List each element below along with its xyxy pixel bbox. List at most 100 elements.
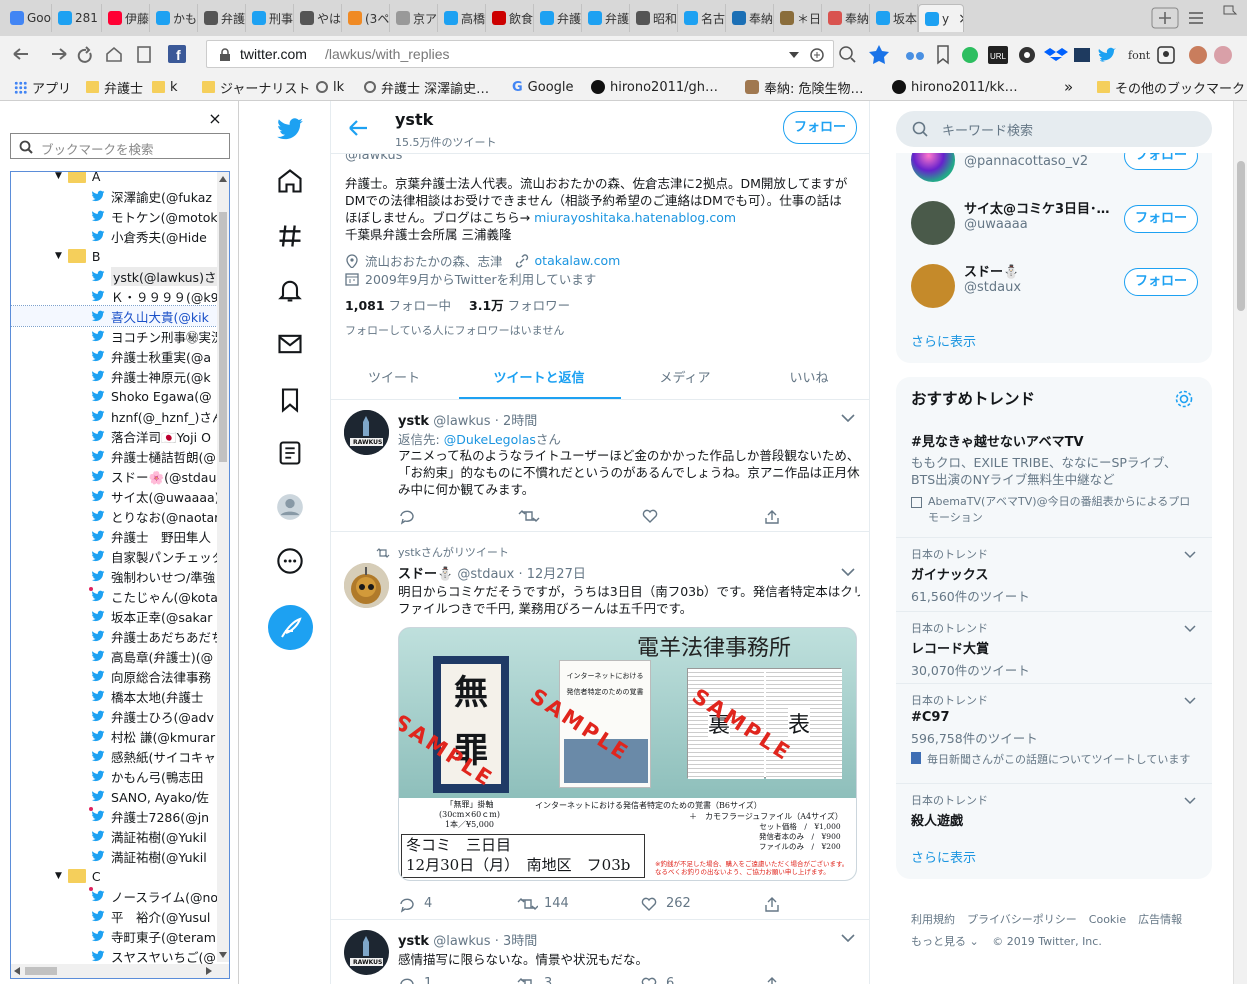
address-bar[interactable]: twitter.com /lawkus/with_replies: [206, 40, 834, 68]
like-icon[interactable]: [640, 975, 658, 984]
tree-horizontal-scrollbar[interactable]: [11, 964, 229, 978]
bookmark-tree-item[interactable]: 弁護士 野田隼人: [11, 526, 217, 546]
header-follow-button[interactable]: フォロー: [783, 111, 857, 144]
browser-tab[interactable]: 奉納: [726, 4, 774, 32]
retweet-icon[interactable]: [516, 895, 538, 913]
bookmark-tree-item[interactable]: サイ太(@uwaaaa): [11, 486, 217, 506]
chevron-down-icon[interactable]: [1184, 548, 1196, 559]
retweet-icon[interactable]: [516, 975, 538, 984]
notifications-bell-icon[interactable]: [276, 276, 304, 304]
tweet-media-image[interactable]: 電羊法律事務所 無罪 インターネットにおける 発信者特定のための覚書 裏 表 S…: [398, 627, 857, 881]
trend-item[interactable]: 日本のトレンド レコード大賞 30,070件のツイート: [896, 611, 1212, 679]
profile-icon[interactable]: [276, 493, 304, 521]
browser-tab[interactable]: 坂本: [870, 4, 918, 32]
retweeted-by[interactable]: ystkさんがリツイート: [398, 544, 509, 560]
bookmark-tree-item[interactable]: 小倉秀夫(@Hide: [11, 226, 217, 246]
share-icon[interactable]: [763, 895, 781, 913]
bookmark-tree-item[interactable]: 弁護士樋詰哲朗(@: [11, 446, 217, 466]
chevron-down-icon[interactable]: [841, 414, 855, 422]
chevron-down-icon[interactable]: [841, 934, 855, 942]
tweet-author-handle[interactable]: @lawkus: [433, 934, 490, 949]
bookmark-tree-item[interactable]: 満証祐樹(@Yukil: [11, 826, 217, 846]
tab-list-menu-button[interactable]: [1186, 8, 1206, 28]
messages-envelope-icon[interactable]: [276, 330, 304, 358]
trend-item[interactable]: #見なきゃ越せないアベマTV ももクロ、EXILE TRIBE、ななにーSPライブ…: [896, 425, 1212, 526]
followers-label[interactable]: フォロワー: [508, 298, 571, 313]
browser-tab[interactable]: 高橋: [438, 4, 486, 32]
tweet[interactable]: RAWKUS ystk @lawkus · 2時間 返信先: @DukeLego…: [331, 401, 869, 532]
tree-hscroll-thumb[interactable]: [25, 967, 57, 975]
browser-tab[interactable]: ＊日: [774, 4, 822, 32]
lists-icon[interactable]: [276, 439, 304, 467]
browser-tab[interactable]: 刑事: [246, 4, 294, 32]
browser-tab[interactable]: かも: [150, 4, 198, 32]
page-scrollbar-thumb[interactable]: [1237, 161, 1245, 311]
tweet[interactable]: ystkさんがリツイート スドー⛄ @stdaux · 12月27日 明日からコ…: [331, 533, 869, 920]
bookmark-item[interactable]: k: [152, 77, 178, 97]
bookmark-item[interactable]: 奉納: 危険生物…: [745, 77, 864, 97]
explore-hashtag-icon[interactable]: [276, 222, 304, 250]
chevron-down-icon[interactable]: [1184, 794, 1196, 805]
zoom-in-icon[interactable]: [809, 47, 825, 63]
caret-down-icon[interactable]: ▼: [55, 172, 62, 181]
bookmark-item[interactable]: G Google: [512, 77, 574, 97]
bookmark-tree-item[interactable]: 高島章(弁護士)(@: [11, 646, 217, 666]
bookmark-item[interactable]: アプリ: [14, 77, 71, 97]
browser-tab[interactable]: y×: [918, 4, 964, 32]
tweet-time[interactable]: · 12月27日: [519, 567, 586, 582]
caret-down-icon[interactable]: ▼: [55, 251, 62, 261]
bookmark-tree-item[interactable]: 喜久山大貴(@kik: [11, 305, 218, 327]
bookmark-tree-item[interactable]: 村松 謙(@kmurar: [11, 726, 217, 746]
trends-more-link[interactable]: さらに表示: [911, 847, 976, 866]
browser-tab[interactable]: 弁護: [582, 4, 630, 32]
bookmark-folder-row[interactable]: ▼ B: [11, 246, 217, 266]
bookmark-tree-item[interactable]: かもん弓(鴨志田: [11, 766, 217, 786]
compose-tweet-button[interactable]: [268, 605, 313, 650]
tweet[interactable]: RAWKUS ystk @lawkus · 3時間 感情描写に限らないな。情景や…: [331, 921, 869, 984]
chevron-down-icon[interactable]: [841, 568, 855, 576]
bookmark-search-input[interactable]: ブックマークを検索: [10, 133, 230, 159]
avatar[interactable]: RAWKUS: [344, 410, 389, 455]
bookmark-folder-row[interactable]: ▼ A: [11, 172, 217, 186]
scroll-left-icon[interactable]: [14, 967, 20, 975]
browser-tab[interactable]: 名古: [678, 4, 726, 32]
footer-more-link[interactable]: もっと見る: [911, 935, 966, 948]
bookmark-tree-item[interactable]: ヨコチン刑事㊙実況: [11, 326, 217, 346]
page-scrollbar[interactable]: [1233, 101, 1247, 984]
reply-to-handle[interactable]: @DukeLegolas: [444, 432, 536, 447]
reply-icon[interactable]: [398, 895, 416, 913]
bookmark-tree-item[interactable]: とりなお(@naotar: [11, 506, 217, 526]
profile-tab[interactable]: いいね: [749, 367, 869, 386]
suggestion-follow-button[interactable]: フォロー: [1124, 268, 1198, 296]
avatar[interactable]: RAWKUS: [344, 930, 389, 975]
trend-item[interactable]: 日本のトレンド 殺人遊戯: [896, 783, 1212, 829]
tweet-author-handle[interactable]: @lawkus: [433, 414, 490, 429]
browser-tab[interactable]: 281: [52, 4, 102, 32]
footer-link[interactable]: Cookie: [1089, 913, 1126, 926]
avatar[interactable]: [344, 563, 389, 608]
bookmarks-icon[interactable]: [276, 386, 304, 414]
bookmark-item[interactable]: 弁護士 深澤諭史…: [364, 77, 489, 97]
bookmark-tree-item[interactable]: モトケン(@motok: [11, 206, 217, 226]
footer-link[interactable]: プライバシーポリシー: [967, 913, 1077, 926]
bookmark-tree-item[interactable]: 自家製パンチェッタ: [11, 546, 217, 566]
bookmark-item[interactable]: lk: [316, 77, 344, 97]
profile-website-link[interactable]: otakalaw.com: [535, 253, 621, 268]
tree-scrollbar-thumb[interactable]: [219, 212, 227, 462]
avatar[interactable]: [911, 264, 955, 308]
bookmark-item[interactable]: ジャーナリスト: [202, 77, 310, 97]
trend-item[interactable]: 日本のトレンド #C97 596,758件のツイート 毎日新聞さんがこの話題についてツ…: [896, 683, 1212, 767]
profile-tab[interactable]: メディア: [625, 367, 745, 386]
tab-close-icon[interactable]: ×: [958, 11, 963, 27]
bookmark-tree-item[interactable]: 弁護士秋重実(@a: [11, 346, 217, 366]
scroll-up-icon[interactable]: [219, 176, 227, 182]
reply-icon[interactable]: [398, 975, 416, 984]
chevron-down-icon[interactable]: [1184, 622, 1196, 633]
tweet-author-name[interactable]: ystk: [398, 414, 429, 429]
profile-tab[interactable]: ツイートと返信: [479, 367, 599, 386]
bookmark-tree-item[interactable]: 弁護士神原元(@k: [11, 366, 217, 386]
bookmark-item[interactable]: hirono2011/gh…: [591, 77, 718, 97]
browser-tab[interactable]: 京ア: [390, 4, 438, 32]
bookmark-tree-item[interactable]: 弁護士ひろ(@adv: [11, 706, 217, 726]
like-icon[interactable]: [640, 895, 658, 913]
